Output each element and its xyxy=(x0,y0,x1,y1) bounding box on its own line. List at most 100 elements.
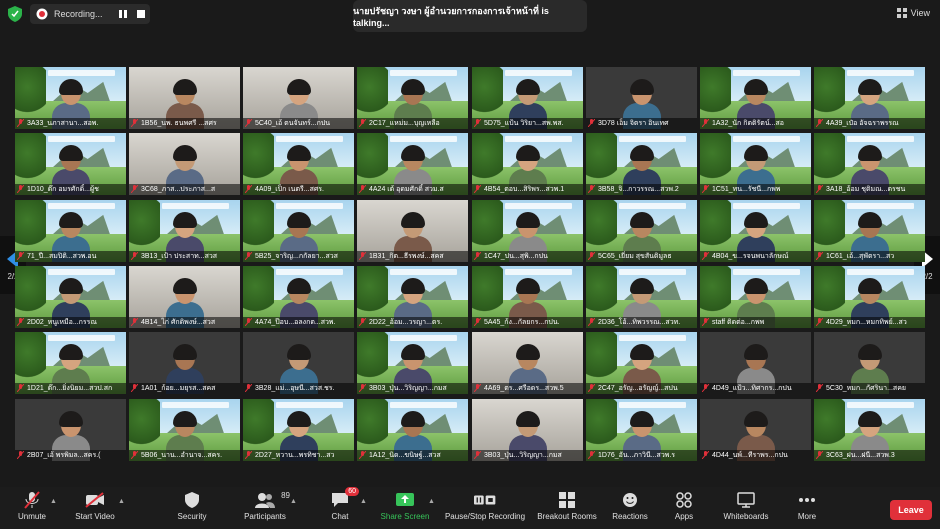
participant-tile[interactable]: 1D10_ต๊ก อมรศักดิ์...ผู้ช xyxy=(15,133,126,195)
pause-stop-recording-button[interactable]: Pause/Stop Recording xyxy=(445,491,525,521)
participants-button[interactable]: 89 Participants xyxy=(230,491,300,521)
background-tree xyxy=(15,133,47,183)
participants-caret-icon[interactable]: ▲ xyxy=(290,498,297,505)
muted-mic-icon xyxy=(245,384,252,392)
stop-recording-icon[interactable] xyxy=(136,9,146,19)
participant-tile[interactable]: 4A24 เต้ อุดมศักดิ์ สวม.ส xyxy=(357,133,468,195)
unmute-button[interactable]: Unmute xyxy=(0,491,67,521)
whiteboards-button[interactable]: Whiteboards xyxy=(711,491,781,521)
security-shield-icon[interactable] xyxy=(8,6,22,22)
background-banner xyxy=(276,402,343,408)
participant-tile[interactable]: 4A39_เป๋อ อัจฉราพรรณ xyxy=(814,67,925,129)
background-tree xyxy=(586,200,618,250)
participant-tile[interactable]: 4B14_ไก่ ศักดิพงษ์...สวส xyxy=(129,266,240,328)
participant-tile[interactable]: 5D75_แป้น วิริยา...สพ.พส. xyxy=(472,67,583,129)
security-label: Security xyxy=(177,512,207,521)
participant-tile[interactable]: 3B13_เป้า ประสาท...สวส xyxy=(129,200,240,262)
participant-tile[interactable]: staff ติดต่อ...กพพ xyxy=(700,266,811,328)
participant-name: 4A24 เต้ อุดมศักดิ์ สวม.ส xyxy=(357,184,468,195)
participant-tile[interactable]: 1B56_นพ. ธนพศรี ...สศร xyxy=(129,67,240,129)
muted-mic-icon xyxy=(131,252,138,260)
participant-tile[interactable]: 1C51_ทน...รัชนี...กพพ xyxy=(700,133,811,195)
participant-tile[interactable]: 3B03_ปุ่น...วิริญญา...กมส xyxy=(357,332,468,394)
background-banner xyxy=(847,70,914,76)
participant-name: 3C68_ภาส...ประภาส...ส xyxy=(129,184,240,195)
participant-tile[interactable]: 5A45_ก้ง...กัลยกร...กปน. xyxy=(472,266,583,328)
participant-tile[interactable]: 3B58_จิ...กาวรรณ...สวพ.2 xyxy=(586,133,697,195)
participant-tile[interactable]: 4A69_ตร...ศรีอดร...สวพ.5 xyxy=(472,332,583,394)
participant-tile[interactable]: 3C63_ฝน...ฝนี...สวพ.3 xyxy=(814,399,925,461)
participant-tile[interactable]: 1D76_อัน...ภาวินี...สวพ.ร xyxy=(586,399,697,461)
apps-button[interactable]: Apps xyxy=(649,491,719,521)
participant-tile[interactable]: 4B04_ข...รจนพนาลักษณ์ xyxy=(700,200,811,262)
participant-tile[interactable]: 2D36_โอ้...ทิพวรรณ...สวท. xyxy=(586,266,697,328)
participant-tile[interactable]: 1D21_ต๊ก...ยิ่งนิยม...สวป.สก xyxy=(15,332,126,394)
muted-mic-icon xyxy=(245,451,252,459)
participant-tile[interactable]: 2B07_เอ้ พรพิมล...สคร.( xyxy=(15,399,126,461)
chat-unread-badge: 60 xyxy=(345,487,359,496)
participant-tile[interactable]: 2D02_หนูเหมือ...กรรณ xyxy=(15,266,126,328)
start-video-button[interactable]: Start Video xyxy=(60,491,130,521)
participant-tile[interactable]: 2D22_อ้อม...วรญา...ตร. xyxy=(357,266,468,328)
participant-tile[interactable]: 1C47_ปน...สุพิ...กปน xyxy=(472,200,583,262)
leave-button[interactable]: Leave xyxy=(890,500,932,520)
participant-tile[interactable]: 4A74_ป๊อบ...อลงกต...สวพ. xyxy=(243,266,354,328)
participant-name: 3A33_นภาสานา...สอพ. xyxy=(15,118,126,129)
background-banner xyxy=(505,136,572,142)
muted-mic-icon xyxy=(474,451,481,459)
participant-tile[interactable]: 3D78 เอ็ม จิตรา อินเทศ xyxy=(586,67,697,129)
participant-tile[interactable]: 3A33_นภาสานา...สอพ. xyxy=(15,67,126,129)
share-caret-icon[interactable]: ▲ xyxy=(428,498,435,505)
participant-name: 4B54_ตอบ...สิริพร...สวพ.1 xyxy=(472,184,583,195)
start-video-label: Start Video xyxy=(75,512,115,521)
participant-name: 4B14_ไก่ ศักดิพงษ์...สวส xyxy=(129,317,240,328)
background-banner xyxy=(619,203,686,209)
participant-tile[interactable]: 2C17_แหม่ม...บุญเหลือ xyxy=(357,67,468,129)
participant-tile[interactable]: 5C40_เอ้ ตนจันทร์...กปน xyxy=(243,67,354,129)
participant-tile[interactable]: 5C65_เยี่ยม สุขสันติมูลธ xyxy=(586,200,697,262)
background-banner xyxy=(733,269,800,275)
security-button[interactable]: Security xyxy=(157,491,227,521)
participant-tile[interactable]: 4D44_นพ์...ทีราพร...กปน xyxy=(700,399,811,461)
pause-recording-icon[interactable] xyxy=(118,9,128,19)
participant-tile[interactable]: 1C61_เอ้...สุพัตรา...สว xyxy=(814,200,925,262)
participant-tile[interactable]: 5B25_จาริญ...กกัลยา...สวส xyxy=(243,200,354,262)
participant-tile[interactable]: 3C68_ภาส...ประภาส...ส xyxy=(129,133,240,195)
participant-tile[interactable]: 4B54_ตอบ...สิริพร...สวพ.1 xyxy=(472,133,583,195)
background-banner xyxy=(733,203,800,209)
participant-tile[interactable]: 2D27_หวาน...พรทิชา...สว xyxy=(243,399,354,461)
participant-tile[interactable]: 4D29_หมก...หมกทิพย์...สว xyxy=(814,266,925,328)
participant-tile[interactable]: 1B31_กิต...ธีรพงษ์...สคส xyxy=(357,200,468,262)
background-tree xyxy=(700,67,732,117)
view-button[interactable]: View xyxy=(896,8,930,18)
chat-caret-icon[interactable]: ▲ xyxy=(360,498,367,505)
participant-tile[interactable]: 3B28_แม่...อุษนี...สวส.ชร. xyxy=(243,332,354,394)
participant-name: 3B58_จิ...กาวรรณ...สวพ.2 xyxy=(586,184,697,195)
participant-tile[interactable]: 4A09_เป็ก เนตรี...สศร. xyxy=(243,133,354,195)
audio-options-caret-icon[interactable]: ▲ xyxy=(50,498,57,505)
participant-tile[interactable]: 3B03_ปุ่น...วิริญญา...กมส xyxy=(472,399,583,461)
participant-name: 4A69_ตร...ศรีอดร...สวพ.5 xyxy=(472,383,583,394)
chat-button[interactable]: 60 Chat xyxy=(305,487,375,521)
participant-name: 5A45_ก้ง...กัลยกร...กปน. xyxy=(472,317,583,328)
share-screen-button[interactable]: Share Screen xyxy=(370,491,440,521)
smiley-icon xyxy=(623,493,637,507)
participant-tile[interactable]: 1A32_นัก กิตติรัตน์...สอ xyxy=(700,67,811,129)
video-off-icon xyxy=(85,492,104,508)
participant-tile[interactable]: 1A01_ก้อย...มยุรส...สคส xyxy=(129,332,240,394)
participant-tile[interactable]: 2C47_อรัญ...อรัญญ์...สปน xyxy=(586,332,697,394)
participant-tile[interactable]: 71_ปี...สมปิติ...สวพ.อน xyxy=(15,200,126,262)
participant-tile[interactable]: 4D49_แป้ว...ทิศากร...กปน xyxy=(700,332,811,394)
muted-mic-icon xyxy=(816,318,823,326)
participant-tile[interactable]: 1A12_นิด...ขนิษฐ์...สวส xyxy=(357,399,468,461)
participant-name: 2B07_เอ้ พรพิมล...สคร.( xyxy=(15,450,126,461)
participant-name: 1D10_ต๊ก อมรศักดิ์...ผู้ช xyxy=(15,184,126,195)
video-options-caret-icon[interactable]: ▲ xyxy=(118,498,125,505)
breakout-rooms-button[interactable]: Breakout Rooms xyxy=(532,491,602,521)
more-button[interactable]: More xyxy=(772,491,842,521)
participant-tile[interactable]: 3A18_อ้อม ชุติมณ...ตรชน xyxy=(814,133,925,195)
participant-tile[interactable]: 5C30_หมก...กัศรินา...สคย xyxy=(814,332,925,394)
muted-mic-icon xyxy=(702,318,709,326)
participant-name: 3D78 เอ็ม จิตรา อินเทศ xyxy=(586,118,697,129)
participant-tile[interactable]: 5B06_นาน...อำนาจ...สคร. xyxy=(129,399,240,461)
